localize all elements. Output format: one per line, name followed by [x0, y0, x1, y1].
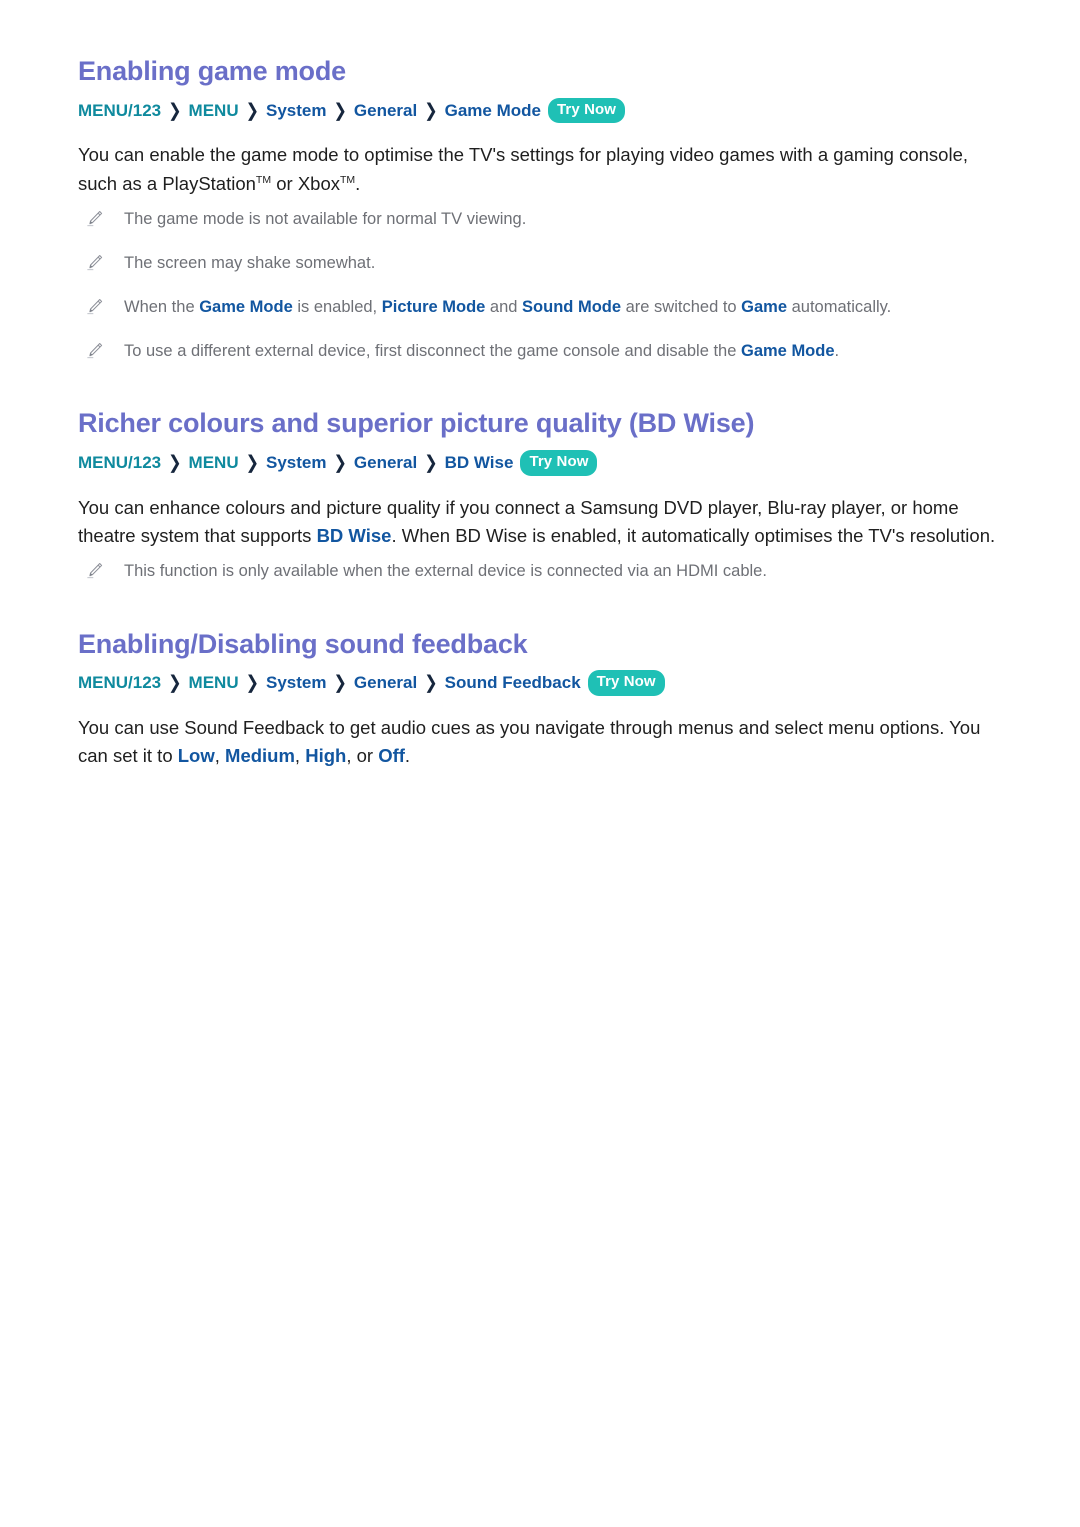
text-run: You can enable the game mode to optimise… — [78, 144, 969, 194]
chevron-right-icon: ❯ — [333, 453, 347, 474]
pencil-icon — [87, 563, 103, 579]
breadcrumb-item[interactable]: MENU/123 — [78, 101, 161, 120]
section-heading: Richer colours and superior picture qual… — [78, 408, 755, 439]
try-now-badge[interactable]: Try Now — [547, 97, 626, 124]
body-paragraph: You can enable the game mode to optimise… — [78, 141, 1002, 198]
text-run: The game mode is not available for norma… — [124, 210, 527, 229]
menu-path-breadcrumb: MENU/123 ❯ MENU ❯ System ❯ General ❯ BD Wise Try … — [78, 450, 1002, 478]
chevron-right-icon: ❯ — [245, 453, 260, 474]
breadcrumb-item[interactable]: System — [266, 101, 326, 120]
body-paragraph: You can enhance colours and picture qual… — [78, 494, 1002, 551]
note-text: The game mode is not available for norma… — [124, 208, 526, 231]
try-now-badge[interactable]: Try Now — [520, 450, 598, 476]
text-run: . — [404, 745, 411, 767]
document-section: Richer colours and superior picture qual… — [78, 407, 1002, 583]
note-item: The screen may shake somewhat. — [78, 252, 1002, 275]
chevron-right-icon: ❯ — [168, 453, 182, 474]
note-item: To use a different external device, firs… — [78, 340, 1002, 363]
text-run: This function is only available when the… — [124, 562, 767, 581]
breadcrumb-item[interactable]: General — [354, 673, 417, 692]
pencil-icon — [87, 255, 103, 271]
body-paragraph: You can use Sound Feedback to get audio … — [78, 714, 1002, 771]
text-run: , — [294, 745, 306, 767]
trademark-mark: TM — [255, 173, 272, 186]
breadcrumb-item[interactable]: General — [354, 453, 417, 472]
text-run: are switched to — [621, 298, 742, 317]
text-run: or Xbox — [271, 172, 340, 194]
section-heading: Enabling/Disabling sound feedback — [78, 628, 528, 659]
chevron-right-icon: ❯ — [168, 101, 182, 122]
breadcrumb-item[interactable]: MENU — [189, 453, 239, 472]
note-text: To use a different external device, firs… — [124, 340, 839, 363]
chevron-right-icon: ❯ — [424, 674, 438, 694]
note-list: This function is only available when the… — [78, 560, 1002, 583]
pencil-icon — [87, 343, 103, 359]
breadcrumb-item[interactable]: BD Wise — [445, 453, 514, 472]
breadcrumb-item[interactable]: MENU/123 — [78, 673, 161, 692]
menu-path-breadcrumb: MENU/123 ❯ MENU ❯ System ❯ General ❯ Game Mode Tr… — [78, 97, 1002, 126]
text-run: , — [214, 745, 226, 767]
breadcrumb-item[interactable]: MENU — [189, 101, 239, 120]
chevron-right-icon: ❯ — [424, 453, 438, 474]
keyword-term: Game Mode — [199, 298, 293, 317]
keyword-term: Medium — [225, 745, 295, 767]
text-run: . — [834, 342, 840, 361]
text-run: When the — [124, 298, 200, 317]
note-text: When the Game Mode is enabled, Picture M… — [124, 296, 891, 319]
chevron-right-icon: ❯ — [333, 101, 347, 122]
chevron-right-icon: ❯ — [168, 674, 182, 694]
keyword-term: Game Mode — [741, 342, 835, 361]
chevron-right-icon: ❯ — [333, 674, 347, 694]
keyword-term: Picture Mode — [381, 298, 486, 317]
text-run: automatically. — [787, 298, 892, 317]
document-section: Enabling/Disabling sound feedback MENU/12… — [78, 628, 1002, 771]
text-run: . — [355, 172, 361, 194]
keyword-term: High — [305, 745, 347, 767]
breadcrumb-item[interactable]: Sound Feedback — [445, 673, 581, 692]
breadcrumb-item[interactable]: System — [266, 453, 326, 472]
sections-container: Enabling game mode MENU/123 ❯ MENU ❯ System ❯ G… — [78, 55, 1002, 771]
keyword-term: Low — [177, 745, 215, 767]
document-page: Enabling game mode MENU/123 ❯ MENU ❯ System ❯ G… — [0, 0, 1080, 1527]
section-heading: Enabling game mode — [78, 56, 346, 86]
note-text: This function is only available when the… — [124, 560, 767, 583]
note-item: The game mode is not available for norma… — [78, 208, 1002, 231]
text-run: , or — [346, 745, 379, 767]
keyword-term: BD Wise — [316, 525, 392, 547]
keyword-term: Game — [741, 298, 788, 317]
text-run: . When BD Wise is enabled, it automatica… — [391, 525, 996, 547]
text-run: is enabled, — [292, 298, 382, 317]
menu-path-breadcrumb: MENU/123 ❯ MENU ❯ System ❯ General ❯ Sound Feedb… — [78, 670, 1002, 698]
text-run: The screen may shake somewhat. — [124, 254, 376, 273]
chevron-right-icon: ❯ — [245, 674, 260, 694]
breadcrumb-item[interactable]: MENU — [189, 673, 239, 692]
document-section: Enabling game mode MENU/123 ❯ MENU ❯ System ❯ G… — [78, 55, 1002, 363]
pencil-icon — [87, 211, 103, 227]
keyword-term: Off — [378, 745, 405, 767]
breadcrumb-item[interactable]: Game Mode — [445, 101, 541, 120]
note-list: The game mode is not available for norma… — [78, 208, 1002, 363]
pencil-icon — [87, 299, 103, 315]
text-run: To use a different external device, firs… — [124, 342, 741, 361]
note-item: When the Game Mode is enabled, Picture M… — [78, 296, 1002, 319]
breadcrumb-item[interactable]: General — [354, 101, 417, 120]
breadcrumb-item[interactable]: MENU/123 — [78, 453, 161, 472]
breadcrumb-item[interactable]: System — [266, 673, 326, 692]
note-item: This function is only available when the… — [78, 560, 1002, 583]
keyword-term: Sound Mode — [522, 298, 622, 317]
text-run: and — [485, 298, 523, 317]
note-text: The screen may shake somewhat. — [124, 252, 375, 275]
chevron-right-icon: ❯ — [245, 101, 260, 122]
chevron-right-icon: ❯ — [424, 101, 438, 122]
try-now-badge[interactable]: Try Now — [587, 670, 665, 696]
trademark-mark: TM — [340, 173, 356, 186]
